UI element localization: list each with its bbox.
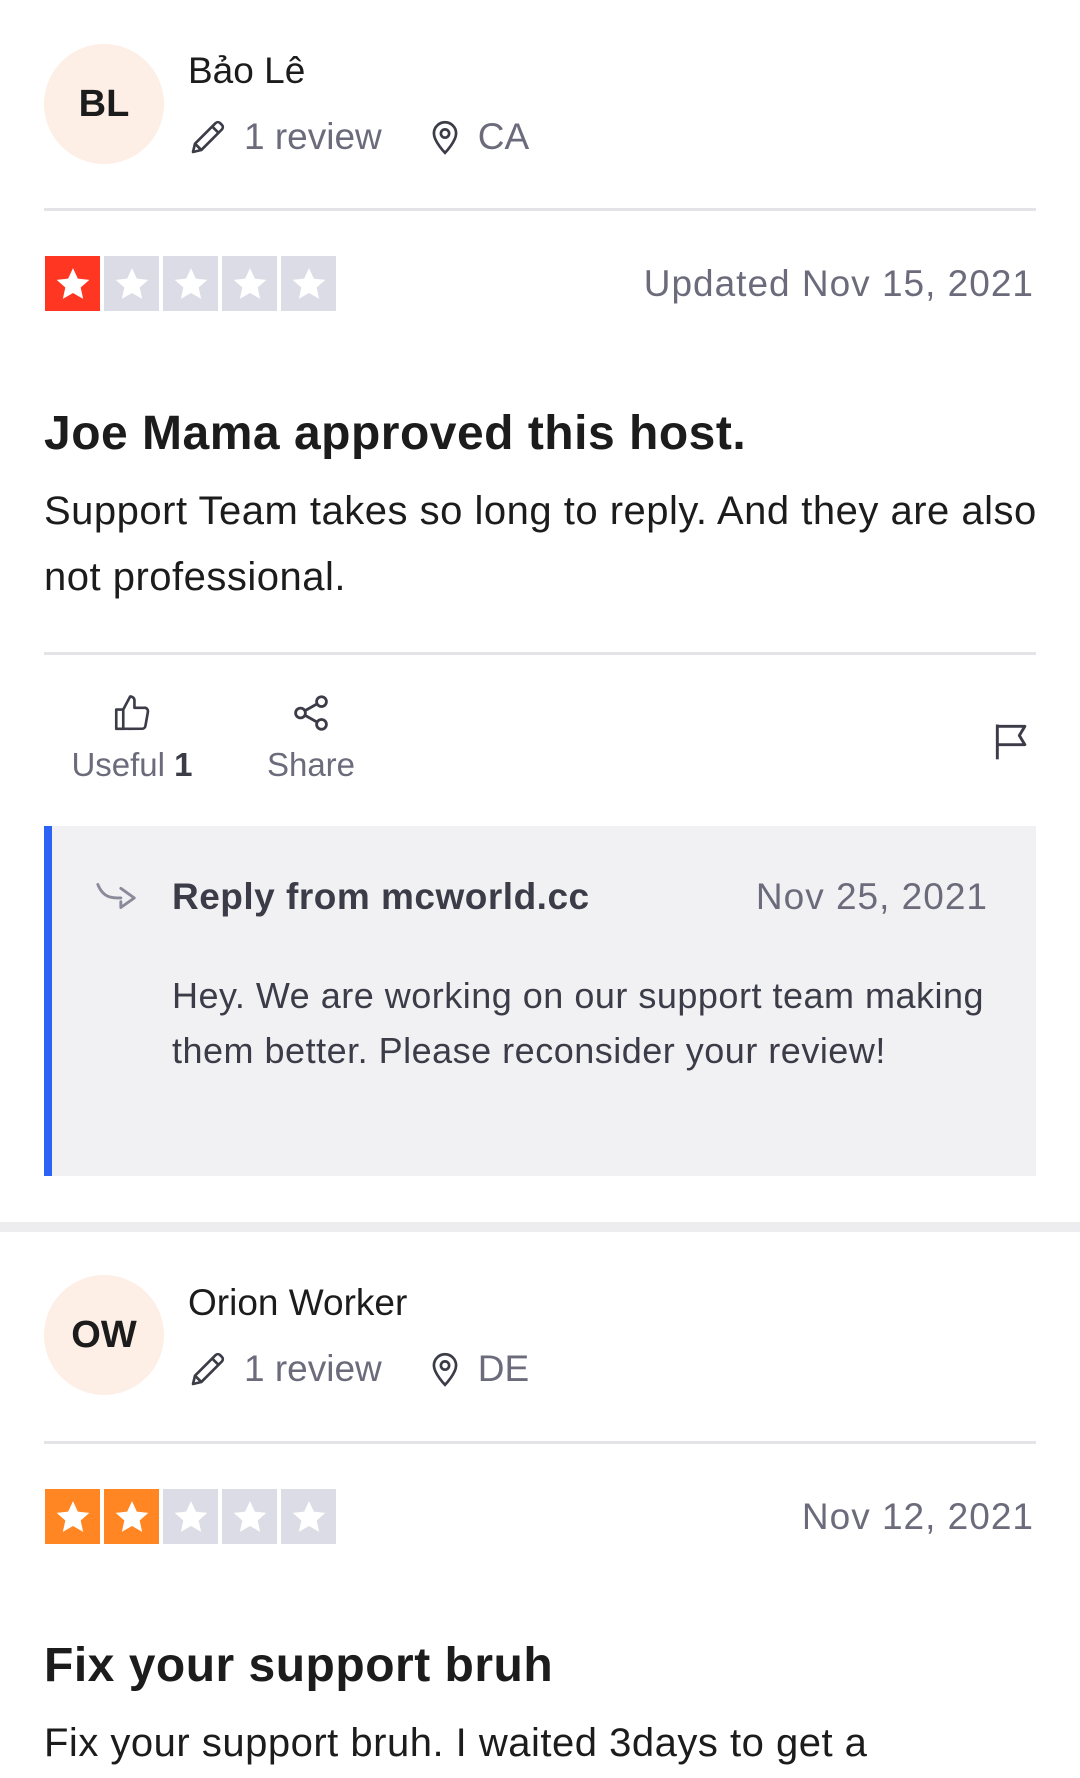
star-filled <box>45 1489 100 1544</box>
company-reply: Reply from mcworld.cc Nov 25, 2021 Hey. … <box>44 826 1036 1176</box>
star-filled <box>45 256 100 311</box>
useful-count: 1 <box>174 746 193 783</box>
location-pin-icon <box>432 1353 458 1387</box>
divider <box>44 1441 1036 1444</box>
star-empty <box>163 256 218 311</box>
thumbs-up-icon <box>114 695 150 731</box>
review-date: Updated Nov 15, 2021 <box>643 263 1034 304</box>
star-empty <box>222 1489 277 1544</box>
star-filled <box>104 1489 159 1544</box>
location-pin-icon <box>432 121 458 155</box>
review-title[interactable]: Joe Mama approved this host. <box>44 406 746 461</box>
reviewer-name[interactable]: Orion Worker <box>188 1282 407 1324</box>
flag-icon <box>995 724 1027 760</box>
location: CA <box>426 116 529 158</box>
divider <box>44 652 1036 655</box>
star-rating <box>45 1489 336 1544</box>
avatar[interactable]: BL <box>44 44 164 164</box>
reply-from: Reply from mcworld.cc <box>172 876 590 917</box>
reviewer-meta: 1 review CA <box>188 116 529 158</box>
location: DE <box>426 1348 529 1390</box>
review-card: OW Orion Worker 1 review DE Nov 12, 2021… <box>0 1232 1080 1778</box>
review-date: Nov 12, 2021 <box>801 1496 1034 1537</box>
review-card: BL Bảo Lê 1 review CA Updated Nov 15, 20… <box>0 0 1080 1220</box>
reply-date: Nov 25, 2021 <box>755 876 988 917</box>
useful-button[interactable]: Useful 1 <box>66 692 198 784</box>
avatar[interactable]: OW <box>44 1275 164 1395</box>
review-body: Support Team takes so long to reply. And… <box>44 489 1037 599</box>
share-icon <box>294 695 328 731</box>
star-empty <box>222 256 277 311</box>
pencil-icon <box>191 1352 225 1386</box>
location-label: CA <box>477 116 530 157</box>
review-body: Fix your support bruh. I waited 3days to… <box>44 1721 868 1765</box>
share-button[interactable]: Share <box>256 692 366 784</box>
review-count: 1 review <box>188 1348 382 1390</box>
star-empty <box>104 256 159 311</box>
review-count-label: 1 review <box>244 116 382 157</box>
review-count: 1 review <box>188 116 382 158</box>
share-label: Share <box>266 746 356 783</box>
reply-text: Hey. We are working on our support team … <box>172 975 985 1071</box>
avatar-initials: BL <box>78 82 130 125</box>
useful-label: Useful 1 <box>71 746 193 783</box>
review-separator <box>0 1222 1080 1232</box>
pencil-icon <box>191 120 225 154</box>
reviewer-name[interactable]: Bảo Lê <box>188 50 305 92</box>
report-flag-button[interactable] <box>990 718 1034 769</box>
location-label: DE <box>477 1348 530 1389</box>
star-empty <box>281 1489 336 1544</box>
divider <box>44 208 1036 211</box>
reply-arrow-icon <box>96 883 136 909</box>
reviewer-meta: 1 review DE <box>188 1348 529 1390</box>
review-title[interactable]: Fix your support bruh <box>44 1638 553 1693</box>
star-empty <box>163 1489 218 1544</box>
star-rating <box>45 256 336 311</box>
avatar-initials: OW <box>71 1313 137 1356</box>
star-empty <box>281 256 336 311</box>
review-count-label: 1 review <box>244 1348 382 1389</box>
